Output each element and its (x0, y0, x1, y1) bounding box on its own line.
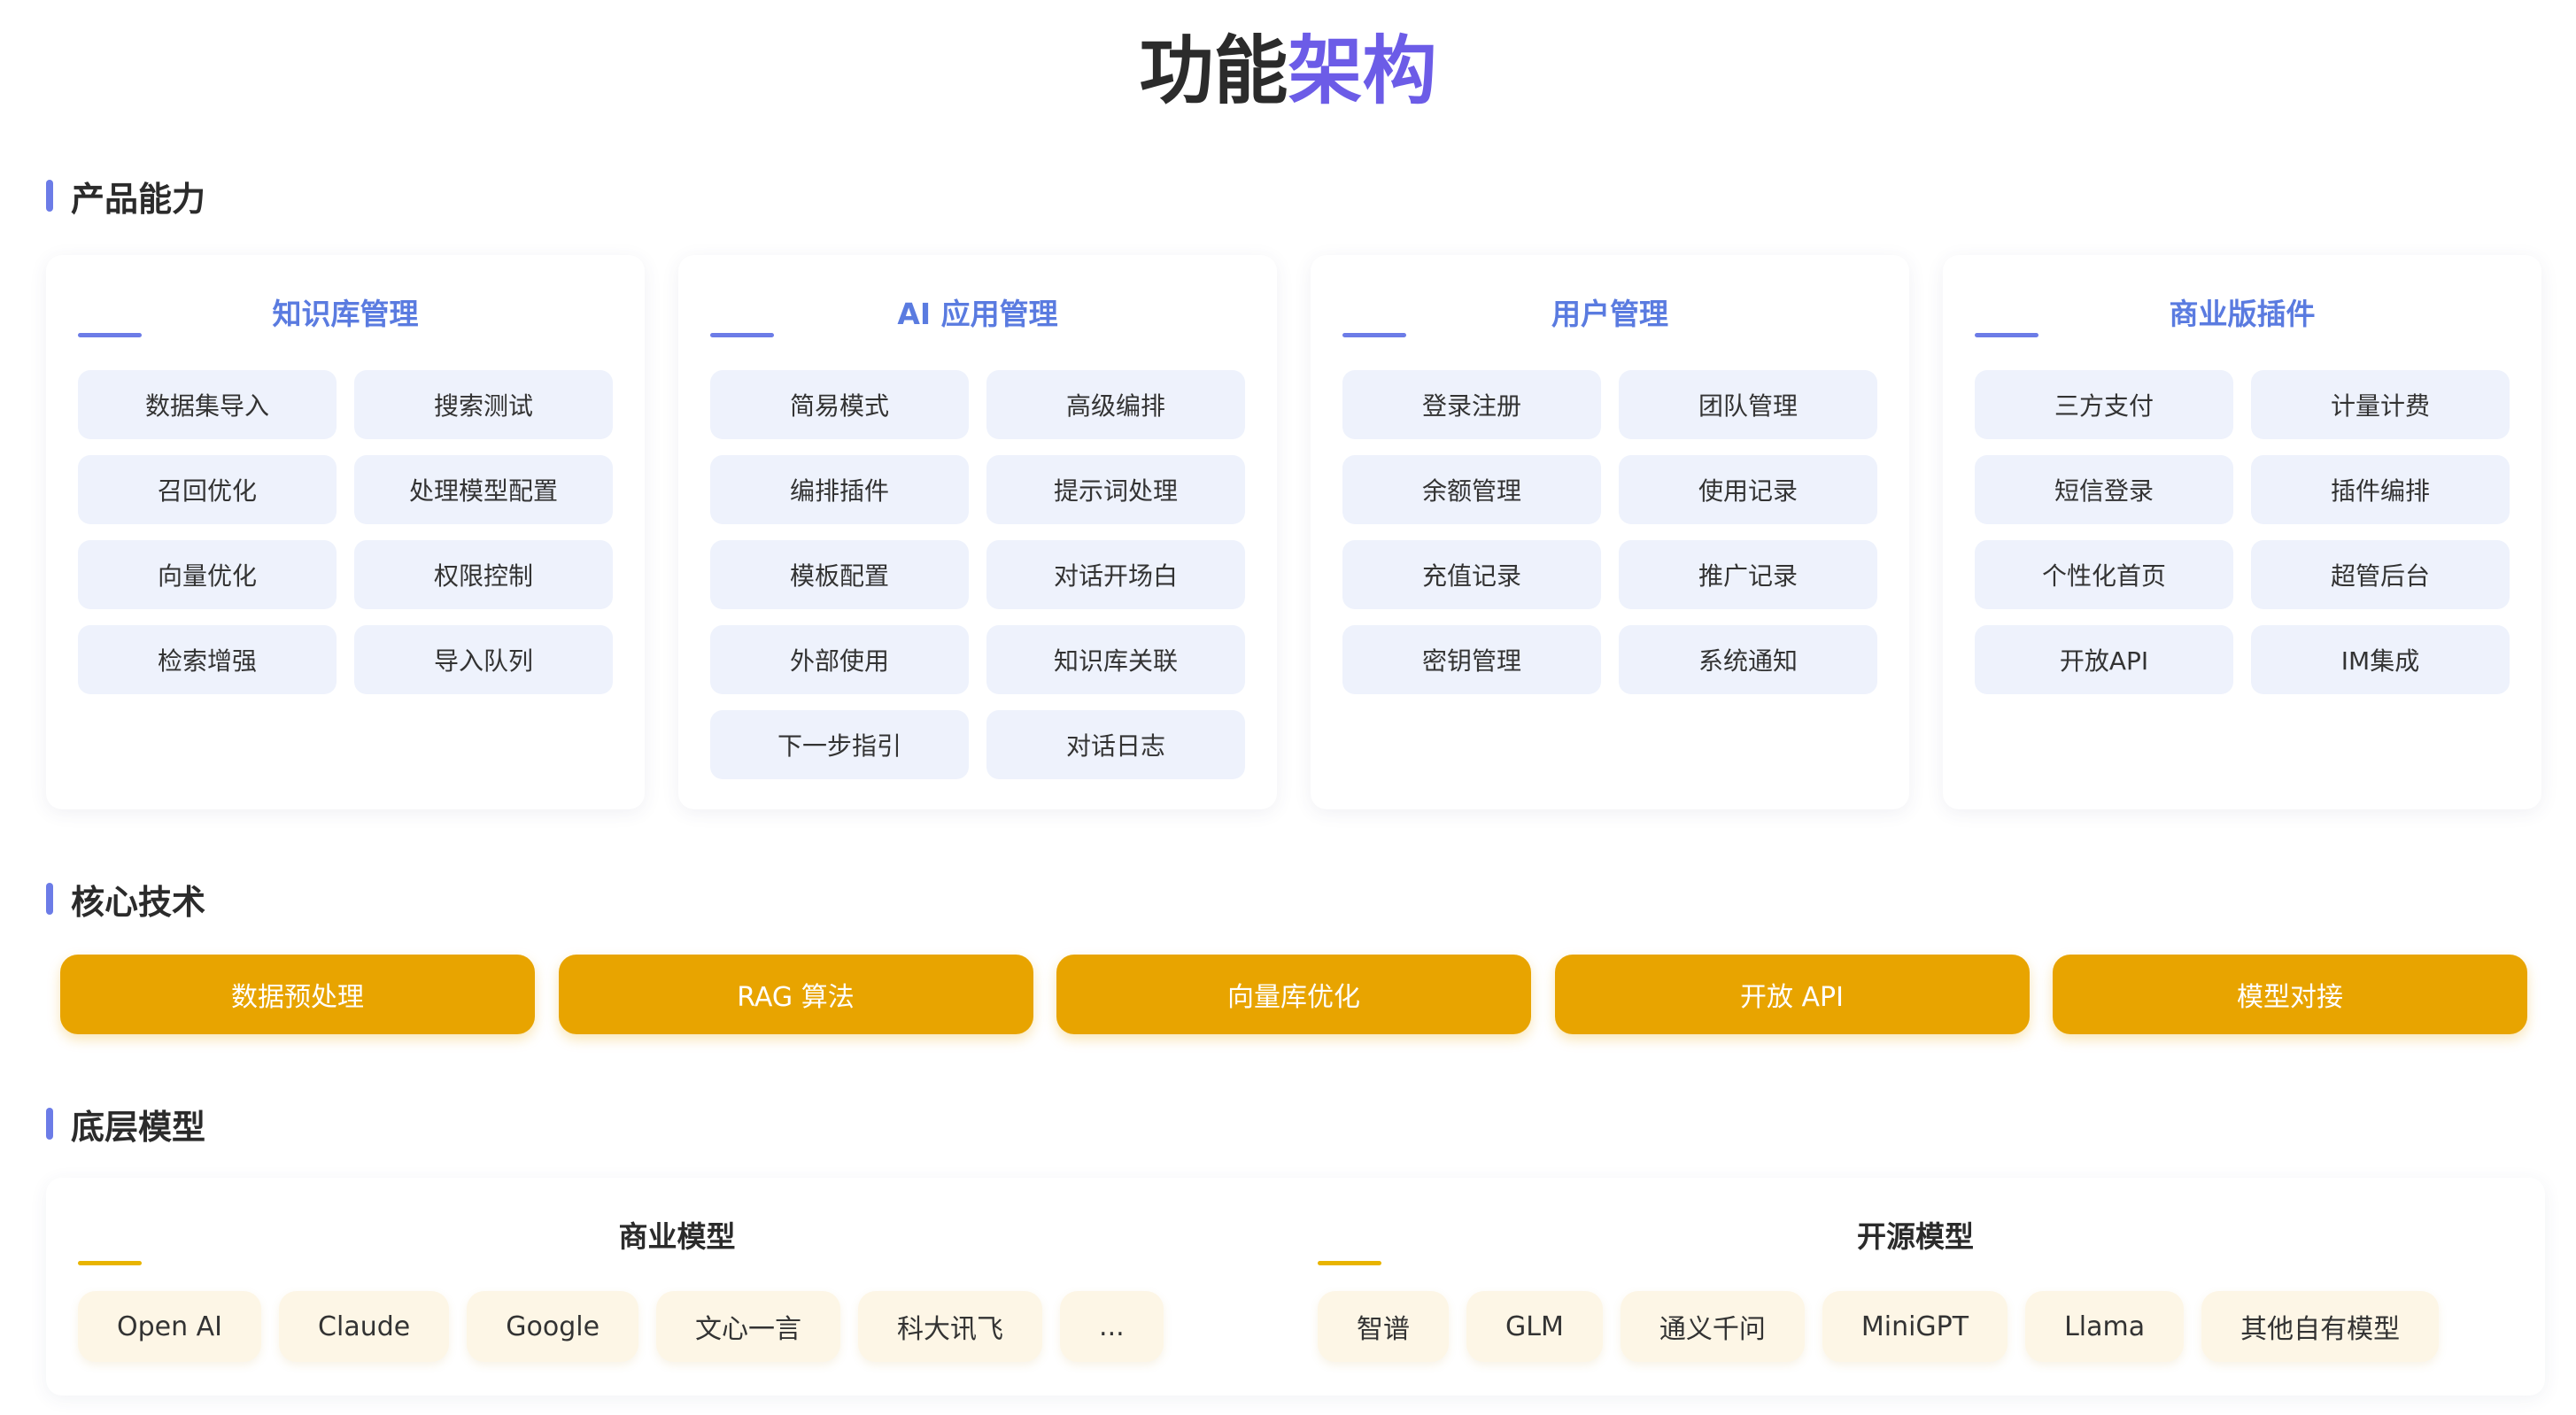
card-title: AI 应用管理 (897, 297, 1058, 331)
model-tags: Open AI Claude Google 文心一言 科大讯飞 ... (78, 1291, 1164, 1362)
card-ai-app: AI 应用管理 简易模式 高级编排 编排插件 提示词处理 模板配置 对话开场白 … (678, 255, 1277, 809)
feature-chip[interactable]: 使用记录 (1619, 455, 1877, 524)
title-accent: 架构 (1288, 27, 1437, 114)
feature-chip[interactable]: 登录注册 (1342, 370, 1601, 439)
card-title: 用户管理 (1551, 297, 1668, 331)
feature-chip[interactable]: 对话日志 (986, 710, 1245, 779)
model-tag[interactable]: Claude (279, 1291, 450, 1362)
feature-chip[interactable]: 系统通知 (1619, 625, 1877, 694)
tech-button[interactable]: 数据预处理 (60, 955, 535, 1034)
model-tag[interactable]: Llama (2025, 1291, 2185, 1362)
model-group-open-source: 开源模型 智谱 GLM 通义千问 MiniGPT Llama 其他自有模型 (1286, 1178, 2545, 1396)
model-tags: 智谱 GLM 通义千问 MiniGPT Llama 其他自有模型 (1318, 1291, 2440, 1362)
feature-chip[interactable]: 三方支付 (1975, 370, 2233, 439)
card-title-underline (1342, 333, 1406, 337)
card-title-underline (78, 333, 142, 337)
tech-button[interactable]: 模型对接 (2053, 955, 2527, 1034)
section-product-heading: 产品能力 (46, 174, 206, 219)
card-items: 简易模式 高级编排 编排插件 提示词处理 模板配置 对话开场白 外部使用 知识库… (710, 370, 1245, 779)
feature-chip[interactable]: 插件编排 (2251, 455, 2510, 524)
feature-chip[interactable]: 权限控制 (354, 540, 613, 609)
feature-chip[interactable]: 个性化首页 (1975, 540, 2233, 609)
section-label: 底层模型 (71, 1107, 206, 1147)
tech-row: 数据预处理 RAG 算法 向量库优化 开放 API 模型对接 (60, 955, 2527, 1034)
model-tag[interactable]: 文心一言 (656, 1291, 841, 1362)
feature-chip[interactable]: 开放API (1975, 625, 2233, 694)
model-group-commercial: 商业模型 Open AI Claude Google 文心一言 科大讯飞 ... (46, 1178, 1308, 1396)
section-marker (46, 1108, 53, 1140)
model-group-underline (1318, 1261, 1381, 1265)
model-tag[interactable]: 智谱 (1318, 1291, 1449, 1362)
model-tag[interactable]: MiniGPT (1822, 1291, 2008, 1362)
card-title-underline (1975, 333, 2038, 337)
model-panel: 商业模型 Open AI Claude Google 文心一言 科大讯飞 ...… (46, 1178, 2545, 1396)
section-tech-heading: 核心技术 (46, 877, 206, 922)
card-title-underline (710, 333, 774, 337)
card-items: 三方支付 计量计费 短信登录 插件编排 个性化首页 超管后台 开放API IM集… (1975, 370, 2510, 694)
feature-chip[interactable]: 余额管理 (1342, 455, 1601, 524)
card-knowledge-base: 知识库管理 数据集导入 搜索测试 召回优化 处理模型配置 向量优化 权限控制 检… (46, 255, 645, 809)
feature-chip[interactable]: 知识库关联 (986, 625, 1245, 694)
feature-chip[interactable]: 提示词处理 (986, 455, 1245, 524)
card-title: 知识库管理 (272, 297, 419, 331)
model-group-title: 开源模型 (1857, 1219, 1974, 1254)
feature-chip[interactable]: 对话开场白 (986, 540, 1245, 609)
section-marker (46, 180, 53, 212)
section-label: 核心技术 (71, 882, 206, 922)
section-marker (46, 883, 53, 915)
feature-chip[interactable]: 召回优化 (78, 455, 337, 524)
feature-chip[interactable]: IM集成 (2251, 625, 2510, 694)
card-items: 登录注册 团队管理 余额管理 使用记录 充值记录 推广记录 密钥管理 系统通知 (1342, 370, 1877, 694)
feature-chip[interactable]: 计量计费 (2251, 370, 2510, 439)
feature-chip[interactable]: 超管后台 (2251, 540, 2510, 609)
feature-chip[interactable]: 模板配置 (710, 540, 969, 609)
section-models-heading: 底层模型 (46, 1102, 206, 1147)
feature-chip[interactable]: 下一步指引 (710, 710, 969, 779)
model-tag[interactable]: Google (467, 1291, 639, 1362)
model-group-underline (78, 1261, 142, 1265)
feature-chip[interactable]: 高级编排 (986, 370, 1245, 439)
feature-chip[interactable]: 外部使用 (710, 625, 969, 694)
model-tag[interactable]: ... (1060, 1291, 1164, 1362)
tech-button[interactable]: 向量库优化 (1056, 955, 1531, 1034)
feature-chip[interactable]: 推广记录 (1619, 540, 1877, 609)
card-title: 商业版插件 (2169, 297, 2316, 331)
feature-chip[interactable]: 密钥管理 (1342, 625, 1601, 694)
feature-chip[interactable]: 编排插件 (710, 455, 969, 524)
model-tag[interactable]: 科大讯飞 (858, 1291, 1043, 1362)
card-business-plugins: 商业版插件 三方支付 计量计费 短信登录 插件编排 个性化首页 超管后台 开放A… (1943, 255, 2541, 809)
feature-chip[interactable]: 处理模型配置 (354, 455, 613, 524)
model-tag[interactable]: 通义千问 (1620, 1291, 1805, 1362)
model-group-title: 商业模型 (618, 1219, 736, 1254)
feature-chip[interactable]: 导入队列 (354, 625, 613, 694)
feature-chip[interactable]: 简易模式 (710, 370, 969, 439)
feature-chip[interactable]: 团队管理 (1619, 370, 1877, 439)
feature-chip[interactable]: 数据集导入 (78, 370, 337, 439)
page-title: 功能架构 (0, 27, 2576, 115)
feature-chip[interactable]: 充值记录 (1342, 540, 1601, 609)
tech-button[interactable]: 开放 API (1554, 955, 2030, 1034)
feature-chip[interactable]: 搜索测试 (354, 370, 613, 439)
feature-chip[interactable]: 检索增强 (78, 625, 337, 694)
card-items: 数据集导入 搜索测试 召回优化 处理模型配置 向量优化 权限控制 检索增强 导入… (78, 370, 613, 694)
card-user-management: 用户管理 登录注册 团队管理 余额管理 使用记录 充值记录 推广记录 密钥管理 … (1311, 255, 1909, 809)
model-tag[interactable]: 其他自有模型 (2201, 1291, 2440, 1362)
feature-chip[interactable]: 短信登录 (1975, 455, 2233, 524)
model-tag[interactable]: GLM (1466, 1291, 1603, 1362)
section-label: 产品能力 (71, 179, 206, 219)
tech-button[interactable]: RAG 算法 (558, 955, 1033, 1034)
title-main: 功能 (1139, 27, 1288, 114)
model-tag[interactable]: Open AI (78, 1291, 262, 1362)
feature-chip[interactable]: 向量优化 (78, 540, 337, 609)
